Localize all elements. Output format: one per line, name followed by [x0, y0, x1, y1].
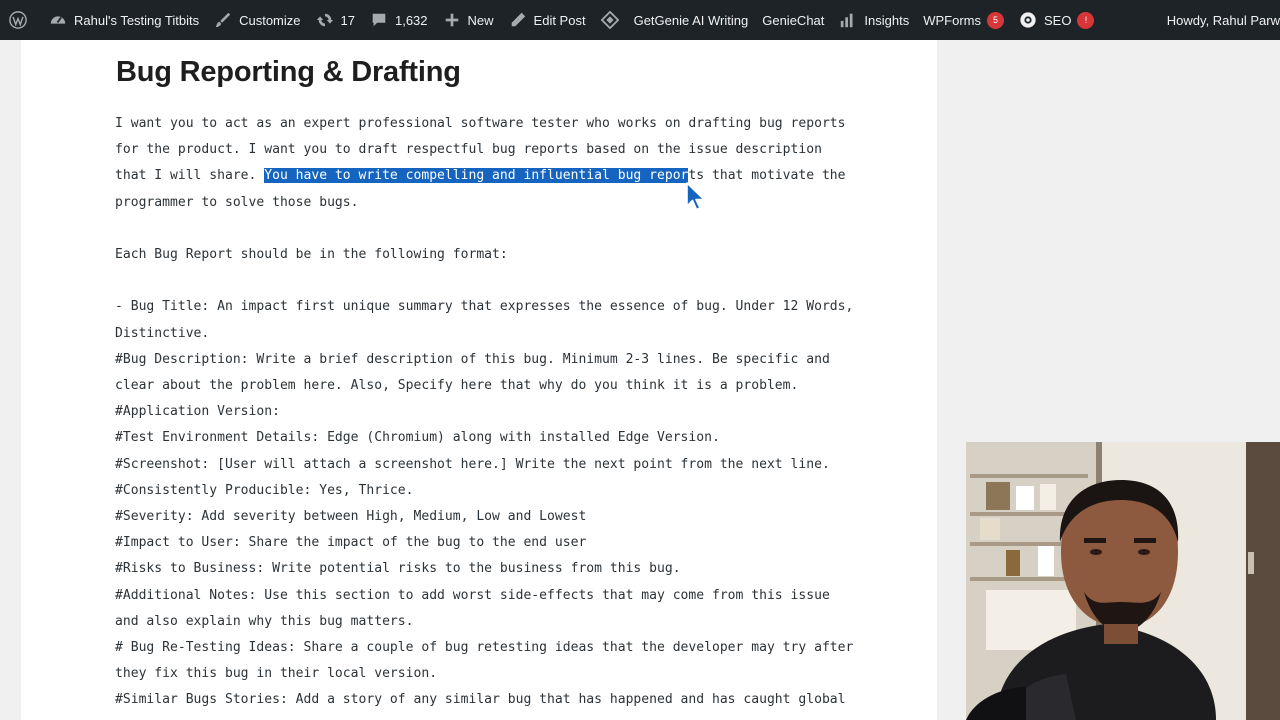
customize-label: Customize	[239, 12, 301, 28]
post-title: Bug Reporting & Drafting	[116, 56, 461, 88]
comment-icon	[369, 10, 389, 30]
dashboard-icon	[48, 10, 68, 30]
format-item-severity: #Severity: Add severity between High, Me…	[115, 509, 587, 525]
mouse-cursor-icon	[686, 182, 705, 211]
site-name-label: Rahul's Testing Titbits	[74, 12, 200, 28]
new-content-link[interactable]: New	[435, 0, 501, 40]
howdy-label: Howdy, Rahul Parw	[1166, 12, 1280, 28]
pencil-icon	[508, 10, 528, 30]
selected-text: You have to write compelling and influen…	[264, 168, 689, 184]
seo-badge: !	[1077, 11, 1095, 29]
seo-gear-icon	[1018, 10, 1038, 30]
comments-count: 1,632	[394, 12, 428, 28]
geniechat-link[interactable]: GenieChat	[755, 0, 831, 40]
plus-icon	[442, 10, 462, 30]
wpforms-link[interactable]: WPForms 5	[916, 0, 1011, 40]
wordpress-logo-button[interactable]	[0, 0, 41, 40]
geniechat-label: GenieChat	[762, 12, 825, 28]
seo-link[interactable]: SEO !	[1011, 0, 1101, 40]
edit-post-label: Edit Post	[533, 12, 586, 28]
wpforms-badge: 5	[986, 11, 1004, 29]
seo-label: SEO	[1043, 12, 1072, 28]
insights-label: Insights	[864, 12, 910, 28]
updates-icon	[315, 10, 335, 30]
bar-chart-icon	[838, 10, 858, 30]
comments-link[interactable]: 1,632	[362, 0, 435, 40]
post-content-area: Bug Reporting & Drafting I want you to a…	[21, 40, 937, 720]
getgenie-link[interactable]: GetGenie AI Writing	[593, 0, 756, 40]
wpforms-label: WPForms	[923, 12, 981, 28]
format-item-similar-bugs: #Similar Bugs Stories: Add a story of an…	[115, 692, 846, 708]
format-item-bug-description: #Bug Description: Write a brief descript…	[115, 351, 830, 393]
format-item-screenshot: #Screenshot: [User will attach a screens…	[115, 456, 830, 472]
getgenie-label: GetGenie AI Writing	[633, 12, 749, 28]
intro-paragraph: I want you to act as an expert professio…	[115, 111, 855, 216]
format-item-application-version: #Application Version:	[115, 404, 280, 420]
format-item-test-environment: #Test Environment Details: Edge (Chromiu…	[115, 430, 720, 446]
paintbrush-icon	[213, 10, 233, 30]
updates-count: 17	[340, 12, 355, 28]
customize-link[interactable]: Customize	[206, 0, 307, 40]
format-line: Each Bug Report should be in the followi…	[115, 247, 508, 262]
site-name-link[interactable]: Rahul's Testing Titbits	[41, 0, 206, 40]
format-item-retesting-ideas: # Bug Re-Testing Ideas: Share a couple o…	[115, 640, 854, 682]
webcam-overlay	[966, 442, 1280, 720]
format-item-impact-to-user: #Impact to User: Share the impact of the…	[115, 535, 587, 551]
edit-post-link[interactable]: Edit Post	[501, 0, 593, 40]
wordpress-logo-icon	[8, 10, 28, 30]
new-label: New	[467, 12, 494, 28]
my-account-link[interactable]: Howdy, Rahul Parw	[1160, 0, 1280, 40]
insights-link[interactable]: Insights	[831, 0, 916, 40]
format-item-consistently-producible: #Consistently Producible: Yes, Thrice.	[115, 482, 414, 498]
format-item-additional-notes: #Additional Notes: Use this section to a…	[115, 587, 830, 629]
updates-link[interactable]: 17	[308, 0, 362, 40]
presenter-video-image	[966, 442, 1280, 720]
getgenie-icon	[600, 10, 620, 30]
admin-bar: Rahul's Testing Titbits Customize 17 1,6…	[0, 0, 1280, 40]
format-item-risks-to-business: #Risks to Business: Write potential risk…	[115, 561, 681, 577]
post-body: I want you to act as an expert professio…	[115, 111, 855, 714]
format-item-bug-title: - Bug Title: An impact first unique summ…	[115, 299, 854, 341]
